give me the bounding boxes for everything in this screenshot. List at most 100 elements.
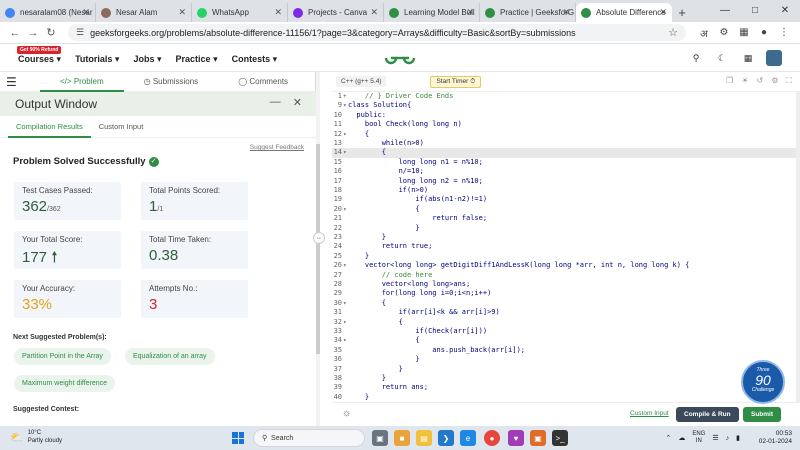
- scroll-thumb[interactable]: [316, 144, 320, 354]
- hamburger-menu-icon[interactable]: ☰: [6, 75, 20, 89]
- nav-courses[interactable]: Courses ▾: [18, 54, 61, 65]
- tab-submissions[interactable]: ◷ Submissions: [124, 72, 219, 92]
- chip-partition-point[interactable]: Partition Point in the Array: [14, 348, 111, 365]
- back-arrow-icon[interactable]: ←: [6, 27, 24, 39]
- battery-icon[interactable]: ▮: [736, 434, 740, 442]
- browser-tab[interactable]: WhatsApp ✕: [192, 3, 288, 22]
- status-message: Problem Solved Successfully ✓: [13, 156, 159, 167]
- copy-icon[interactable]: ❐: [726, 76, 733, 86]
- tab-search-icon[interactable]: ▦: [734, 27, 754, 38]
- close-tab-icon[interactable]: ✕: [178, 7, 186, 18]
- app2-icon[interactable]: ▣: [530, 430, 546, 446]
- chip-max-weight[interactable]: Maximum weight difference: [14, 375, 116, 392]
- compile-run-button[interactable]: Compile & Run: [676, 407, 739, 422]
- chrome-icon[interactable]: ●: [484, 430, 500, 446]
- task-view-icon[interactable]: ▣: [372, 430, 388, 446]
- start-timer-button[interactable]: Start Timer ⏱: [430, 75, 482, 88]
- browser-menu-icon[interactable]: ⋮: [774, 27, 794, 38]
- browser-tab[interactable]: Practice | GeeksforG ✕: [480, 3, 576, 22]
- fold-toggle-icon[interactable]: +: [343, 92, 347, 101]
- minimize-panel-icon[interactable]: —: [270, 96, 281, 109]
- code-area[interactable]: 1 + // } Driver Code Ends 9 ▾ class Solution…: [332, 92, 800, 402]
- editor-scrollbar[interactable]: [796, 92, 800, 402]
- profile-icon[interactable]: ●: [754, 27, 774, 38]
- bookmark-star-icon[interactable]: ☆: [668, 26, 678, 39]
- close-tab-icon[interactable]: ✕: [466, 7, 474, 18]
- nav-jobs[interactable]: Jobs ▾: [133, 54, 161, 65]
- tab-problem[interactable]: </> Problem: [40, 72, 124, 92]
- widgets-icon[interactable]: ■: [394, 430, 410, 446]
- fold-toggle-icon[interactable]: ▾: [343, 299, 347, 308]
- fold-toggle-icon[interactable]: ▾: [343, 101, 347, 110]
- refund-badge[interactable]: Get 90% Refund: [17, 46, 62, 54]
- lightbulb-icon[interactable]: ☼: [342, 408, 351, 419]
- wifi-icon[interactable]: ☰: [712, 434, 718, 442]
- extensions-icon[interactable]: ⚙: [714, 27, 734, 38]
- fold-toggle-icon[interactable]: ▾: [343, 318, 347, 327]
- close-tab-icon[interactable]: ✕: [370, 7, 378, 18]
- search-icon[interactable]: ⚲: [688, 50, 704, 66]
- tab-custom-input[interactable]: Custom Input: [91, 116, 152, 138]
- browser-tab[interactable]: nesaralam08 (Nesar ✕: [0, 3, 96, 22]
- tab-compilation-results[interactable]: Compilation Results: [8, 116, 91, 138]
- fold-toggle-icon[interactable]: ▾: [343, 261, 347, 270]
- browser-tab[interactable]: Projects - Canva ✕: [288, 3, 384, 22]
- file-explorer-icon[interactable]: ▤: [416, 430, 432, 446]
- dark-mode-icon[interactable]: ☾: [714, 50, 730, 66]
- browser-tab[interactable]: Learning Model Buil ✕: [384, 3, 480, 22]
- clock[interactable]: 00:53 02-01-2024: [759, 430, 792, 446]
- fold-toggle-icon[interactable]: ▾: [343, 205, 347, 214]
- language-select[interactable]: C++ (g++ 5.4): [336, 76, 387, 87]
- left-scrollbar[interactable]: [316, 72, 320, 426]
- minimize-icon[interactable]: —: [710, 0, 740, 22]
- onedrive-icon[interactable]: ☁: [678, 434, 685, 442]
- close-tab-icon[interactable]: ✕: [659, 7, 667, 18]
- code-line: 12 ▾ {: [332, 130, 800, 139]
- edge-icon[interactable]: e: [460, 430, 476, 446]
- close-tab-icon[interactable]: ✕: [82, 7, 90, 18]
- reset-icon[interactable]: ↺: [757, 76, 764, 86]
- gfg-logo-icon[interactable]: [384, 51, 416, 65]
- windows-start-icon[interactable]: [232, 432, 244, 444]
- submit-button[interactable]: Submit: [743, 407, 782, 422]
- avatar[interactable]: [766, 50, 782, 66]
- resize-handle-icon[interactable]: ↔: [313, 232, 325, 244]
- browser-tab[interactable]: Nesar Alam ✕: [96, 3, 192, 22]
- chevron-up-icon[interactable]: ⌃: [665, 434, 671, 442]
- taskbar-search[interactable]: ⚲ Search: [253, 429, 365, 447]
- vscode-icon[interactable]: ❯: [438, 430, 454, 446]
- close-tab-icon[interactable]: ✕: [562, 7, 570, 18]
- site-info-icon[interactable]: ☰: [76, 27, 84, 38]
- input-language[interactable]: ENG IN: [692, 431, 705, 445]
- suggest-feedback-link[interactable]: Suggest Feedback: [250, 144, 304, 151]
- browser-tab[interactable]: Absolute Difference ✕: [576, 3, 672, 22]
- reload-icon[interactable]: ↻: [42, 26, 60, 39]
- new-tab-button[interactable]: +: [672, 3, 692, 22]
- nav-tutorials[interactable]: Tutorials ▾: [75, 54, 119, 65]
- app-icon[interactable]: ♥: [508, 430, 524, 446]
- fold-toggle-icon[interactable]: ▾: [343, 336, 347, 345]
- close-tab-icon[interactable]: ✕: [274, 7, 282, 18]
- tab-comments[interactable]: ◯ Comments: [218, 72, 308, 92]
- chip-equalization[interactable]: Equalization of an array: [125, 348, 215, 365]
- volume-icon[interactable]: ♪: [726, 435, 730, 442]
- weather-widget[interactable]: ⛅ 10°C Partly cloudy: [10, 429, 62, 445]
- close-panel-icon[interactable]: ✕: [293, 96, 302, 109]
- forward-arrow-icon[interactable]: →: [24, 27, 42, 39]
- theme-icon[interactable]: ☀: [741, 76, 748, 86]
- browser-tab-bar: nesaralam08 (Nesar ✕ Nesar Alam ✕ WhatsApp ✕ P…: [0, 0, 800, 22]
- fullscreen-icon[interactable]: ⛶: [786, 76, 792, 86]
- settings-icon[interactable]: ⚙: [771, 76, 778, 86]
- nav-contests[interactable]: Contests ▾: [232, 54, 278, 65]
- custom-input-link[interactable]: Custom Input: [630, 410, 669, 417]
- fold-toggle-icon[interactable]: ▾: [343, 148, 347, 157]
- challenge-badge[interactable]: Three 90 Challenge: [741, 360, 785, 404]
- maximize-icon[interactable]: □: [740, 0, 770, 22]
- nav-practice[interactable]: Practice ▾: [176, 54, 218, 65]
- gfg-menu-icon[interactable]: ▦: [740, 50, 756, 66]
- url-omnibox[interactable]: ☰ geeksforgeeks.org/problems/absolute-di…: [68, 24, 686, 41]
- translate-icon[interactable]: अ: [694, 26, 714, 40]
- close-window-icon[interactable]: ✕: [770, 0, 800, 22]
- fold-toggle-icon[interactable]: ▾: [343, 130, 347, 139]
- terminal-icon[interactable]: >_: [552, 430, 568, 446]
